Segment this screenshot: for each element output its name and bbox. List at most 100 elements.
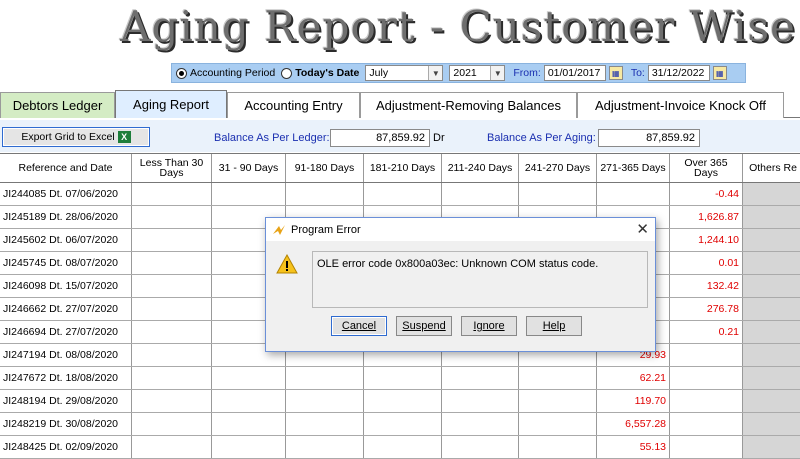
cell[interactable] xyxy=(212,390,286,412)
column-header[interactable]: 31 - 90 Days xyxy=(212,154,286,182)
cell[interactable] xyxy=(519,390,597,412)
column-header[interactable]: Others Re xyxy=(743,154,800,182)
table-row[interactable]: JI248194 Dt. 29/08/2020 119.70 xyxy=(0,390,800,413)
tab-adjustment-invoice-knock-off[interactable]: Adjustment-Invoice Knock Off xyxy=(577,92,784,118)
others-cell[interactable] xyxy=(743,390,800,412)
cell[interactable] xyxy=(442,367,519,389)
over-365-cell[interactable] xyxy=(670,367,743,389)
others-cell[interactable] xyxy=(743,229,800,251)
over-365-cell[interactable]: 132.42 xyxy=(670,275,743,297)
calendar-icon[interactable]: ▦ xyxy=(608,66,623,80)
tab-adjustment-removing-balances[interactable]: Adjustment-Removing Balances xyxy=(360,92,577,118)
cell[interactable] xyxy=(212,436,286,458)
column-header[interactable]: 91-180 Days xyxy=(286,154,364,182)
reference-cell[interactable]: JI246662 Dt. 27/07/2020 xyxy=(0,298,132,320)
over-365-cell[interactable]: -0.44 xyxy=(670,183,743,205)
reference-cell[interactable]: JI248425 Dt. 02/09/2020 xyxy=(0,436,132,458)
column-header[interactable]: 271-365 Days xyxy=(597,154,670,182)
cell[interactable] xyxy=(519,183,597,205)
cell[interactable] xyxy=(132,344,212,366)
cell[interactable] xyxy=(442,413,519,435)
from-date-input[interactable]: 01/01/2017 xyxy=(543,65,606,81)
cell[interactable] xyxy=(132,275,212,297)
cell[interactable] xyxy=(442,436,519,458)
others-cell[interactable] xyxy=(743,367,800,389)
cell[interactable] xyxy=(519,413,597,435)
tab-debtors-ledger[interactable]: Debtors Ledger xyxy=(0,92,115,118)
column-header[interactable]: 181-210 Days xyxy=(364,154,442,182)
cell[interactable] xyxy=(286,183,364,205)
cell[interactable] xyxy=(132,367,212,389)
cell[interactable] xyxy=(212,367,286,389)
reference-cell[interactable]: JI245602 Dt. 06/07/2020 xyxy=(0,229,132,251)
reference-cell[interactable]: JI248219 Dt. 30/08/2020 xyxy=(0,413,132,435)
cell[interactable] xyxy=(442,183,519,205)
help-button[interactable]: Help xyxy=(526,316,582,336)
cell[interactable] xyxy=(132,321,212,343)
cell[interactable] xyxy=(364,183,442,205)
cell[interactable] xyxy=(364,367,442,389)
cell[interactable] xyxy=(364,436,442,458)
cell[interactable] xyxy=(286,413,364,435)
others-cell[interactable] xyxy=(743,413,800,435)
reference-cell[interactable]: JI247194 Dt. 08/08/2020 xyxy=(0,344,132,366)
cell[interactable] xyxy=(132,436,212,458)
column-header[interactable]: 241-270 Days xyxy=(519,154,597,182)
todays-date-radio[interactable]: Today's Date xyxy=(281,67,359,79)
column-header[interactable]: Over 365 Days xyxy=(670,154,743,182)
reference-cell[interactable]: JI247672 Dt. 18/08/2020 xyxy=(0,367,132,389)
days-271-365-cell[interactable]: 119.70 xyxy=(597,390,670,412)
cell[interactable] xyxy=(212,183,286,205)
cell[interactable] xyxy=(364,390,442,412)
over-365-cell[interactable]: 1,626.87 xyxy=(670,206,743,228)
month-select[interactable]: July ▼ xyxy=(365,65,444,81)
cell[interactable] xyxy=(286,367,364,389)
over-365-cell[interactable] xyxy=(670,344,743,366)
reference-cell[interactable]: JI248194 Dt. 29/08/2020 xyxy=(0,390,132,412)
cell[interactable] xyxy=(132,229,212,251)
reference-cell[interactable]: JI245189 Dt. 28/06/2020 xyxy=(0,206,132,228)
cell[interactable] xyxy=(519,367,597,389)
days-271-365-cell[interactable] xyxy=(597,183,670,205)
over-365-cell[interactable] xyxy=(670,436,743,458)
cell[interactable] xyxy=(212,413,286,435)
over-365-cell[interactable] xyxy=(670,413,743,435)
days-271-365-cell[interactable]: 62.21 xyxy=(597,367,670,389)
cell[interactable] xyxy=(442,390,519,412)
tab-accounting-entry[interactable]: Accounting Entry xyxy=(227,92,360,118)
over-365-cell[interactable]: 1,244.10 xyxy=(670,229,743,251)
suspend-button[interactable]: Suspend xyxy=(396,316,452,336)
reference-cell[interactable]: JI244085 Dt. 07/06/2020 xyxy=(0,183,132,205)
accounting-period-radio[interactable]: Accounting Period xyxy=(176,67,275,79)
table-row[interactable]: JI244085 Dt. 07/06/2020 -0.44 xyxy=(0,183,800,206)
others-cell[interactable] xyxy=(743,183,800,205)
table-row[interactable]: JI248425 Dt. 02/09/2020 55.13 xyxy=(0,436,800,459)
tab-aging-report[interactable]: Aging Report xyxy=(115,90,227,118)
others-cell[interactable] xyxy=(743,298,800,320)
over-365-cell[interactable]: 0.01 xyxy=(670,252,743,274)
close-icon[interactable]: ✕ xyxy=(636,220,649,238)
column-header[interactable]: Reference and Date xyxy=(0,154,132,182)
reference-cell[interactable]: JI246694 Dt. 27/07/2020 xyxy=(0,321,132,343)
reference-cell[interactable]: JI245745 Dt. 08/07/2020 xyxy=(0,252,132,274)
cell[interactable] xyxy=(364,413,442,435)
days-271-365-cell[interactable]: 6,557.28 xyxy=(597,413,670,435)
table-row[interactable]: JI247672 Dt. 18/08/2020 62.21 xyxy=(0,367,800,390)
calendar-icon[interactable]: ▦ xyxy=(712,66,727,80)
cell[interactable] xyxy=(519,436,597,458)
reference-cell[interactable]: JI246098 Dt. 15/07/2020 xyxy=(0,275,132,297)
others-cell[interactable] xyxy=(743,344,800,366)
cancel-button[interactable]: Cancel xyxy=(331,316,387,336)
over-365-cell[interactable]: 276.78 xyxy=(670,298,743,320)
cell[interactable] xyxy=(132,252,212,274)
ignore-button[interactable]: Ignore xyxy=(461,316,517,336)
over-365-cell[interactable] xyxy=(670,390,743,412)
column-header[interactable]: Less Than 30 Days xyxy=(132,154,212,182)
cell[interactable] xyxy=(286,390,364,412)
cell[interactable] xyxy=(132,183,212,205)
others-cell[interactable] xyxy=(743,252,800,274)
others-cell[interactable] xyxy=(743,275,800,297)
cell[interactable] xyxy=(132,206,212,228)
cell[interactable] xyxy=(132,390,212,412)
table-row[interactable]: JI248219 Dt. 30/08/2020 6,557.28 xyxy=(0,413,800,436)
